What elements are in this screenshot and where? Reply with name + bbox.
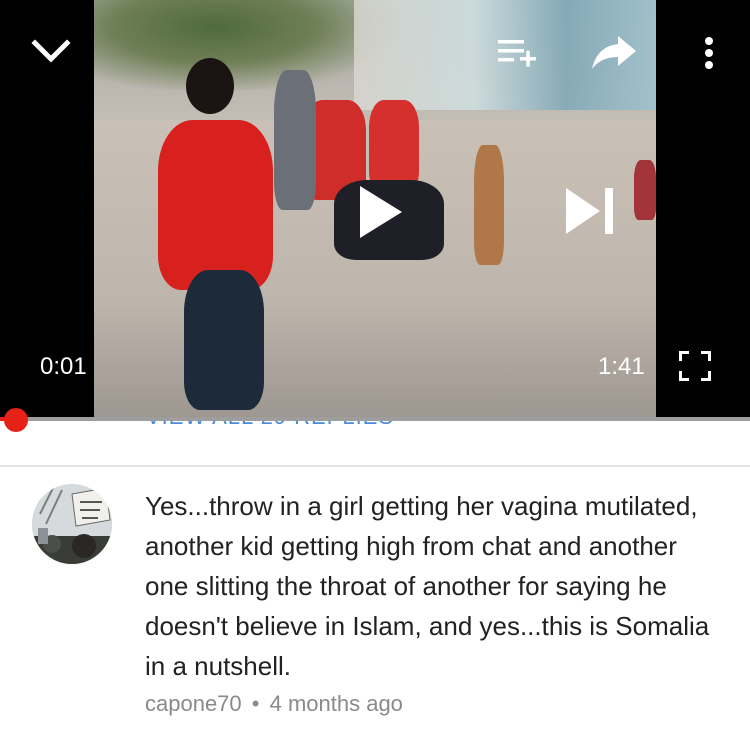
more-vert-icon[interactable] bbox=[703, 36, 715, 70]
comment-meta: capone70 • 4 months ago bbox=[145, 691, 403, 717]
video-scene-trees bbox=[94, 0, 394, 90]
progress-scrubber[interactable] bbox=[4, 408, 28, 432]
video-figure bbox=[274, 70, 316, 210]
video-figure bbox=[158, 120, 273, 290]
comment-text: Yes...throw in a girl getting her vagina… bbox=[145, 491, 710, 681]
share-icon[interactable] bbox=[592, 34, 638, 70]
video-figure bbox=[369, 100, 419, 190]
meta-separator: • bbox=[251, 691, 260, 716]
playlist-add-icon[interactable] bbox=[498, 38, 542, 70]
current-time: 0:01 bbox=[40, 353, 87, 380]
skip-next-icon[interactable] bbox=[566, 187, 616, 235]
video-figure bbox=[186, 58, 234, 114]
video-figure bbox=[474, 145, 504, 265]
chevron-down-icon[interactable] bbox=[31, 38, 71, 64]
video-player[interactable]: 0:01 1:41 bbox=[0, 0, 750, 418]
play-icon[interactable] bbox=[358, 184, 404, 240]
duration: 1:41 bbox=[598, 353, 645, 380]
comment-divider bbox=[0, 465, 750, 467]
video-figure bbox=[634, 160, 656, 220]
comment-author[interactable]: capone70 bbox=[145, 691, 242, 716]
avatar-photo bbox=[32, 484, 112, 564]
avatar[interactable] bbox=[32, 484, 112, 564]
progress-track[interactable] bbox=[0, 417, 750, 421]
comment-time: 4 months ago bbox=[269, 691, 403, 716]
fullscreen-icon[interactable] bbox=[679, 351, 711, 381]
video-figure bbox=[184, 270, 264, 410]
